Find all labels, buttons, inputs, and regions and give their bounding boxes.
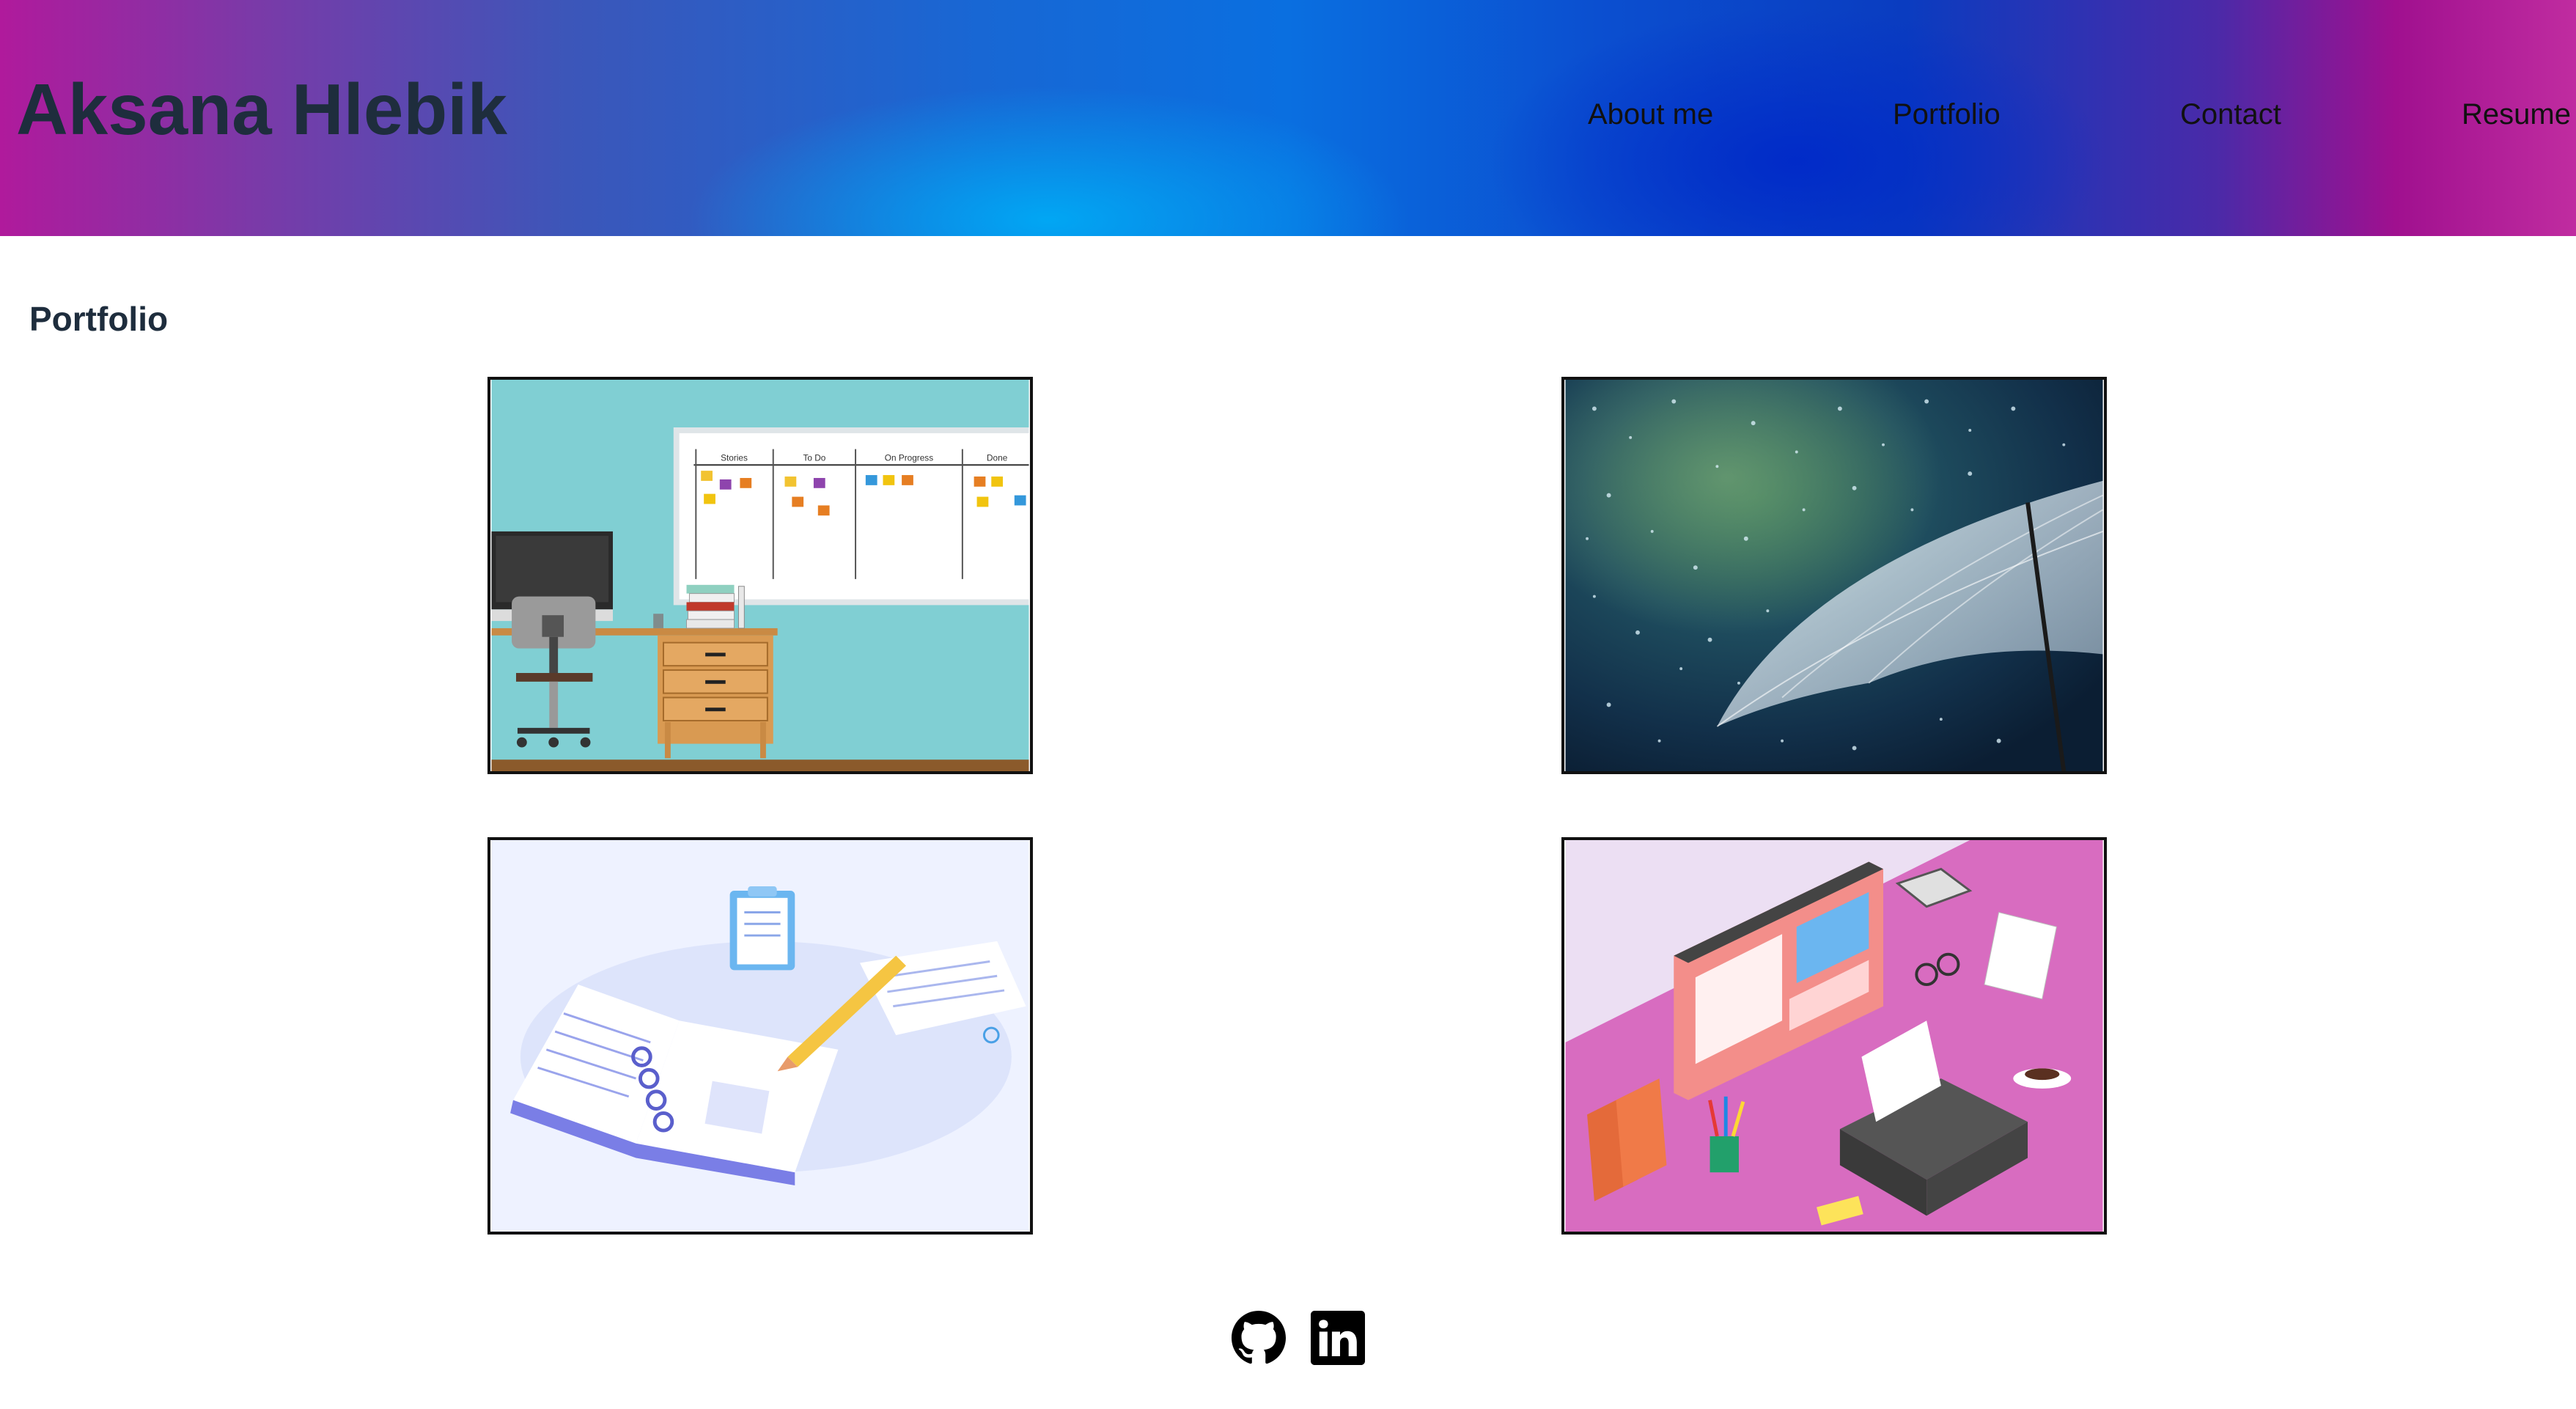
workspace-illustration xyxy=(1565,840,2103,1232)
section-title: Portfolio xyxy=(29,300,169,338)
office-illustration: Stories To Do On Progress Done xyxy=(491,380,1029,771)
nav-link-contact[interactable]: Contact xyxy=(2180,100,2281,129)
site-header: Aksana Hlebik About me Portfolio Contact… xyxy=(0,0,2576,236)
portfolio-card-workspace[interactable] xyxy=(1561,837,2107,1235)
kanban-col-stories: Stories xyxy=(721,452,748,463)
social-links xyxy=(1232,1311,1365,1369)
kanban-col-done: Done xyxy=(987,452,1008,463)
portfolio-card-notebook[interactable] xyxy=(487,837,1033,1235)
nav-link-about[interactable]: About me xyxy=(1588,100,1713,129)
notebook-illustration xyxy=(491,840,1029,1232)
linkedin-icon[interactable] xyxy=(1311,1311,1365,1365)
main-nav: About me Portfolio Contact Resume xyxy=(0,100,2576,144)
nav-link-resume[interactable]: Resume xyxy=(2462,100,2571,129)
github-icon[interactable] xyxy=(1232,1311,1286,1365)
portfolio-card-office[interactable]: Stories To Do On Progress Done xyxy=(487,377,1033,774)
kanban-col-todo: To Do xyxy=(803,452,825,463)
portfolio-card-umbrella[interactable] xyxy=(1561,377,2107,774)
kanban-col-progress: On Progress xyxy=(885,452,933,463)
nav-link-portfolio[interactable]: Portfolio xyxy=(1893,100,2001,129)
umbrella-photo xyxy=(1565,380,2104,771)
